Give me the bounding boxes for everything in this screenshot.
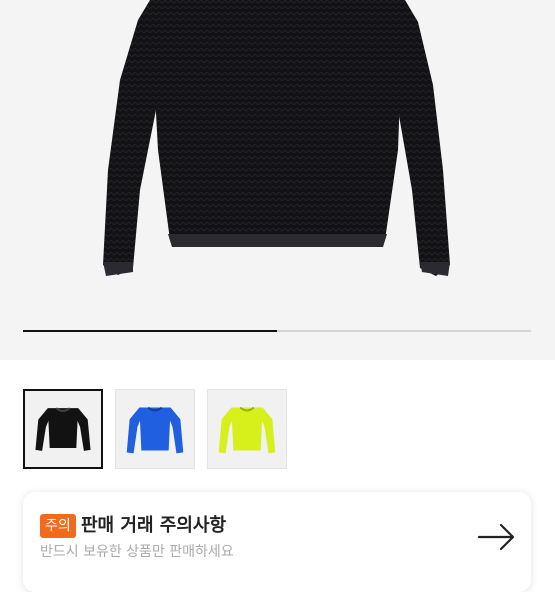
thumbnail-list	[23, 389, 287, 469]
thumbnail-blue-sweater[interactable]	[115, 389, 195, 469]
thumbnail-lime-sweater[interactable]	[207, 389, 287, 469]
caution-badge: 주의	[40, 514, 76, 538]
product-image	[103, 0, 450, 276]
notice-title: 판매 거래 주의사항	[81, 515, 227, 536]
sale-notice-card[interactable]: 주의 판매 거래 주의사항 반드시 보유한 상품만 판매하세요	[23, 492, 531, 592]
product-image-area[interactable]	[0, 0, 555, 360]
image-progress-track	[23, 330, 531, 332]
lime-sweater-thumb-image	[218, 406, 276, 454]
blue-sweater-thumb-image	[126, 406, 184, 454]
thumbnail-black-sweater[interactable]	[23, 389, 103, 469]
notice-subtitle: 반드시 보유한 상품만 판매하세요	[40, 544, 234, 560]
arrow-right-icon[interactable]	[477, 522, 517, 552]
black-sweater-thumb-image	[35, 407, 91, 451]
image-progress-fill	[23, 330, 277, 332]
